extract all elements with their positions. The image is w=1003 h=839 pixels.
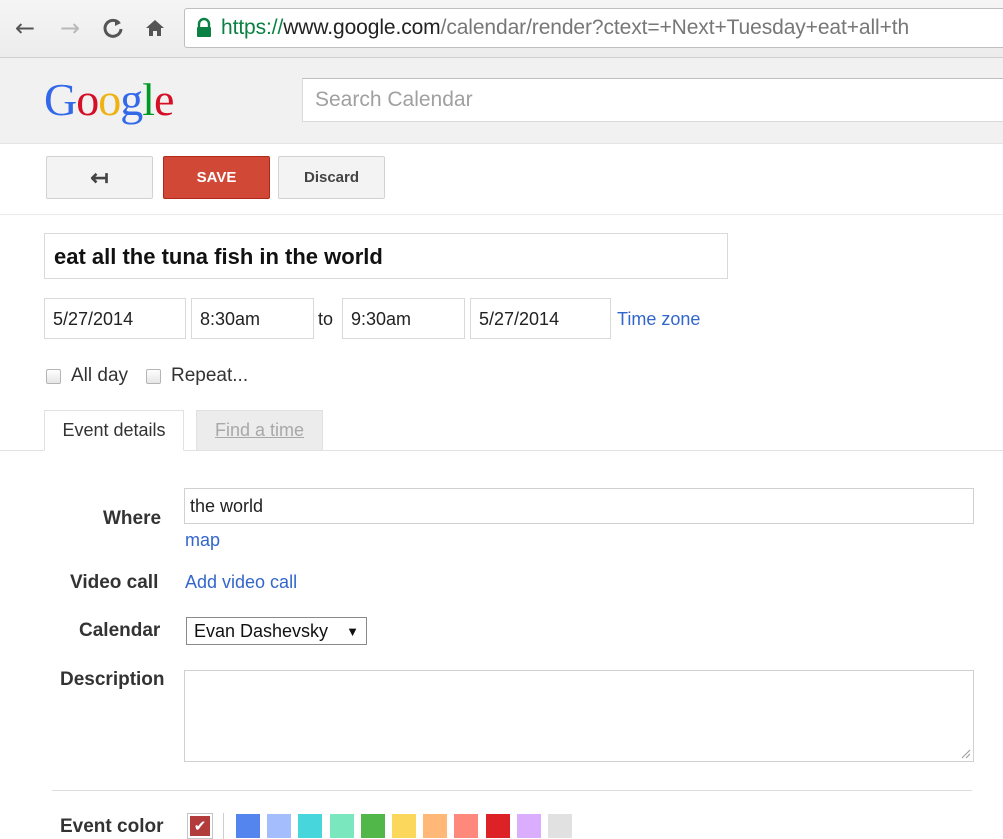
logo-letter: l (142, 74, 155, 125)
calendar-label: Calendar (79, 620, 161, 641)
browser-toolbar: ← → https://www.google.com/calendar/rend… (0, 0, 1003, 58)
logo-letter: o (98, 74, 121, 125)
all-day-option[interactable]: All day (46, 365, 128, 387)
logo-letter: o (76, 74, 99, 125)
color-swatch[interactable] (548, 814, 572, 838)
end-time-input[interactable]: 9:30am (342, 298, 465, 339)
google-logo[interactable]: Google (44, 74, 174, 126)
all-day-checkbox[interactable] (46, 368, 61, 384)
url-scheme: https:// (221, 16, 284, 39)
address-bar[interactable]: https://www.google.com/calendar/render?c… (184, 8, 1003, 48)
color-swatch[interactable] (516, 814, 541, 838)
where-label: Where (103, 508, 162, 529)
chevron-down-icon: ▼ (346, 623, 359, 639)
logo-letter: G (44, 74, 77, 125)
resize-grip-icon[interactable] (960, 748, 971, 759)
back-arrow-icon[interactable]: ← (10, 13, 40, 43)
back-button[interactable]: ↤ (46, 156, 153, 199)
color-swatch[interactable] (329, 814, 354, 838)
description-textarea[interactable] (184, 670, 974, 762)
repeat-checkbox[interactable] (146, 368, 161, 384)
start-time-input[interactable]: 8:30am (191, 298, 314, 339)
discard-button[interactable]: Discard (278, 156, 385, 199)
search-placeholder: Search Calendar (315, 88, 473, 111)
url-path: /calendar/render?ctext=+Next+Tuesday+eat… (440, 16, 910, 39)
calendar-select-value: Evan Dashevsky (194, 620, 329, 641)
back-arrow-glyph: ↤ (90, 164, 109, 190)
color-swatch[interactable] (360, 814, 385, 838)
add-video-call-link[interactable]: Add video call (185, 572, 297, 593)
save-button[interactable]: SAVE (163, 156, 270, 199)
event-title-input[interactable]: eat all the tuna fish in the world (44, 233, 728, 279)
where-input[interactable]: the world (184, 488, 974, 524)
forward-arrow-icon[interactable]: → (55, 13, 85, 43)
repeat-label: Repeat... (171, 365, 249, 386)
color-swatch[interactable] (267, 814, 292, 838)
color-swatch[interactable] (485, 814, 510, 838)
check-icon: ✔ (190, 816, 210, 836)
start-date-input[interactable]: 5/27/2014 (44, 298, 186, 339)
color-swatch[interactable] (298, 814, 323, 838)
end-date-input[interactable]: 5/27/2014 (470, 298, 611, 339)
event-color-label: Event color (60, 816, 164, 837)
color-swatch[interactable] (423, 814, 448, 838)
to-label: to (318, 309, 334, 329)
color-separator (223, 813, 224, 839)
home-icon[interactable] (140, 13, 170, 43)
app-header: Google Search Calendar (0, 58, 1003, 144)
default-color-swatch[interactable]: ✔ (187, 813, 213, 839)
time-zone-link[interactable]: Time zone (617, 309, 700, 330)
logo-letter: g (120, 74, 143, 125)
url-host: www.google.com (283, 16, 441, 39)
repeat-option[interactable]: Repeat... (146, 365, 248, 387)
color-swatch[interactable] (236, 814, 260, 838)
url-text: https://www.google.com/calendar/render?c… (221, 16, 909, 40)
description-label: Description (60, 669, 165, 690)
lock-icon (193, 17, 215, 39)
section-divider (52, 790, 972, 791)
map-link[interactable]: map (185, 530, 220, 551)
search-calendar-input[interactable]: Search Calendar (302, 78, 1003, 122)
toolbar-divider (0, 214, 1003, 215)
logo-letter: e (154, 74, 174, 125)
color-swatch[interactable] (454, 814, 479, 838)
tab-find-a-time[interactable]: Find a time (196, 410, 323, 451)
reload-icon[interactable] (98, 13, 128, 43)
color-swatch[interactable] (392, 814, 416, 838)
tab-event-details[interactable]: Event details (44, 410, 184, 451)
calendar-select[interactable]: Evan Dashevsky ▼ (186, 617, 367, 645)
video-call-label: Video call (70, 572, 159, 593)
all-day-label: All day (71, 365, 129, 386)
